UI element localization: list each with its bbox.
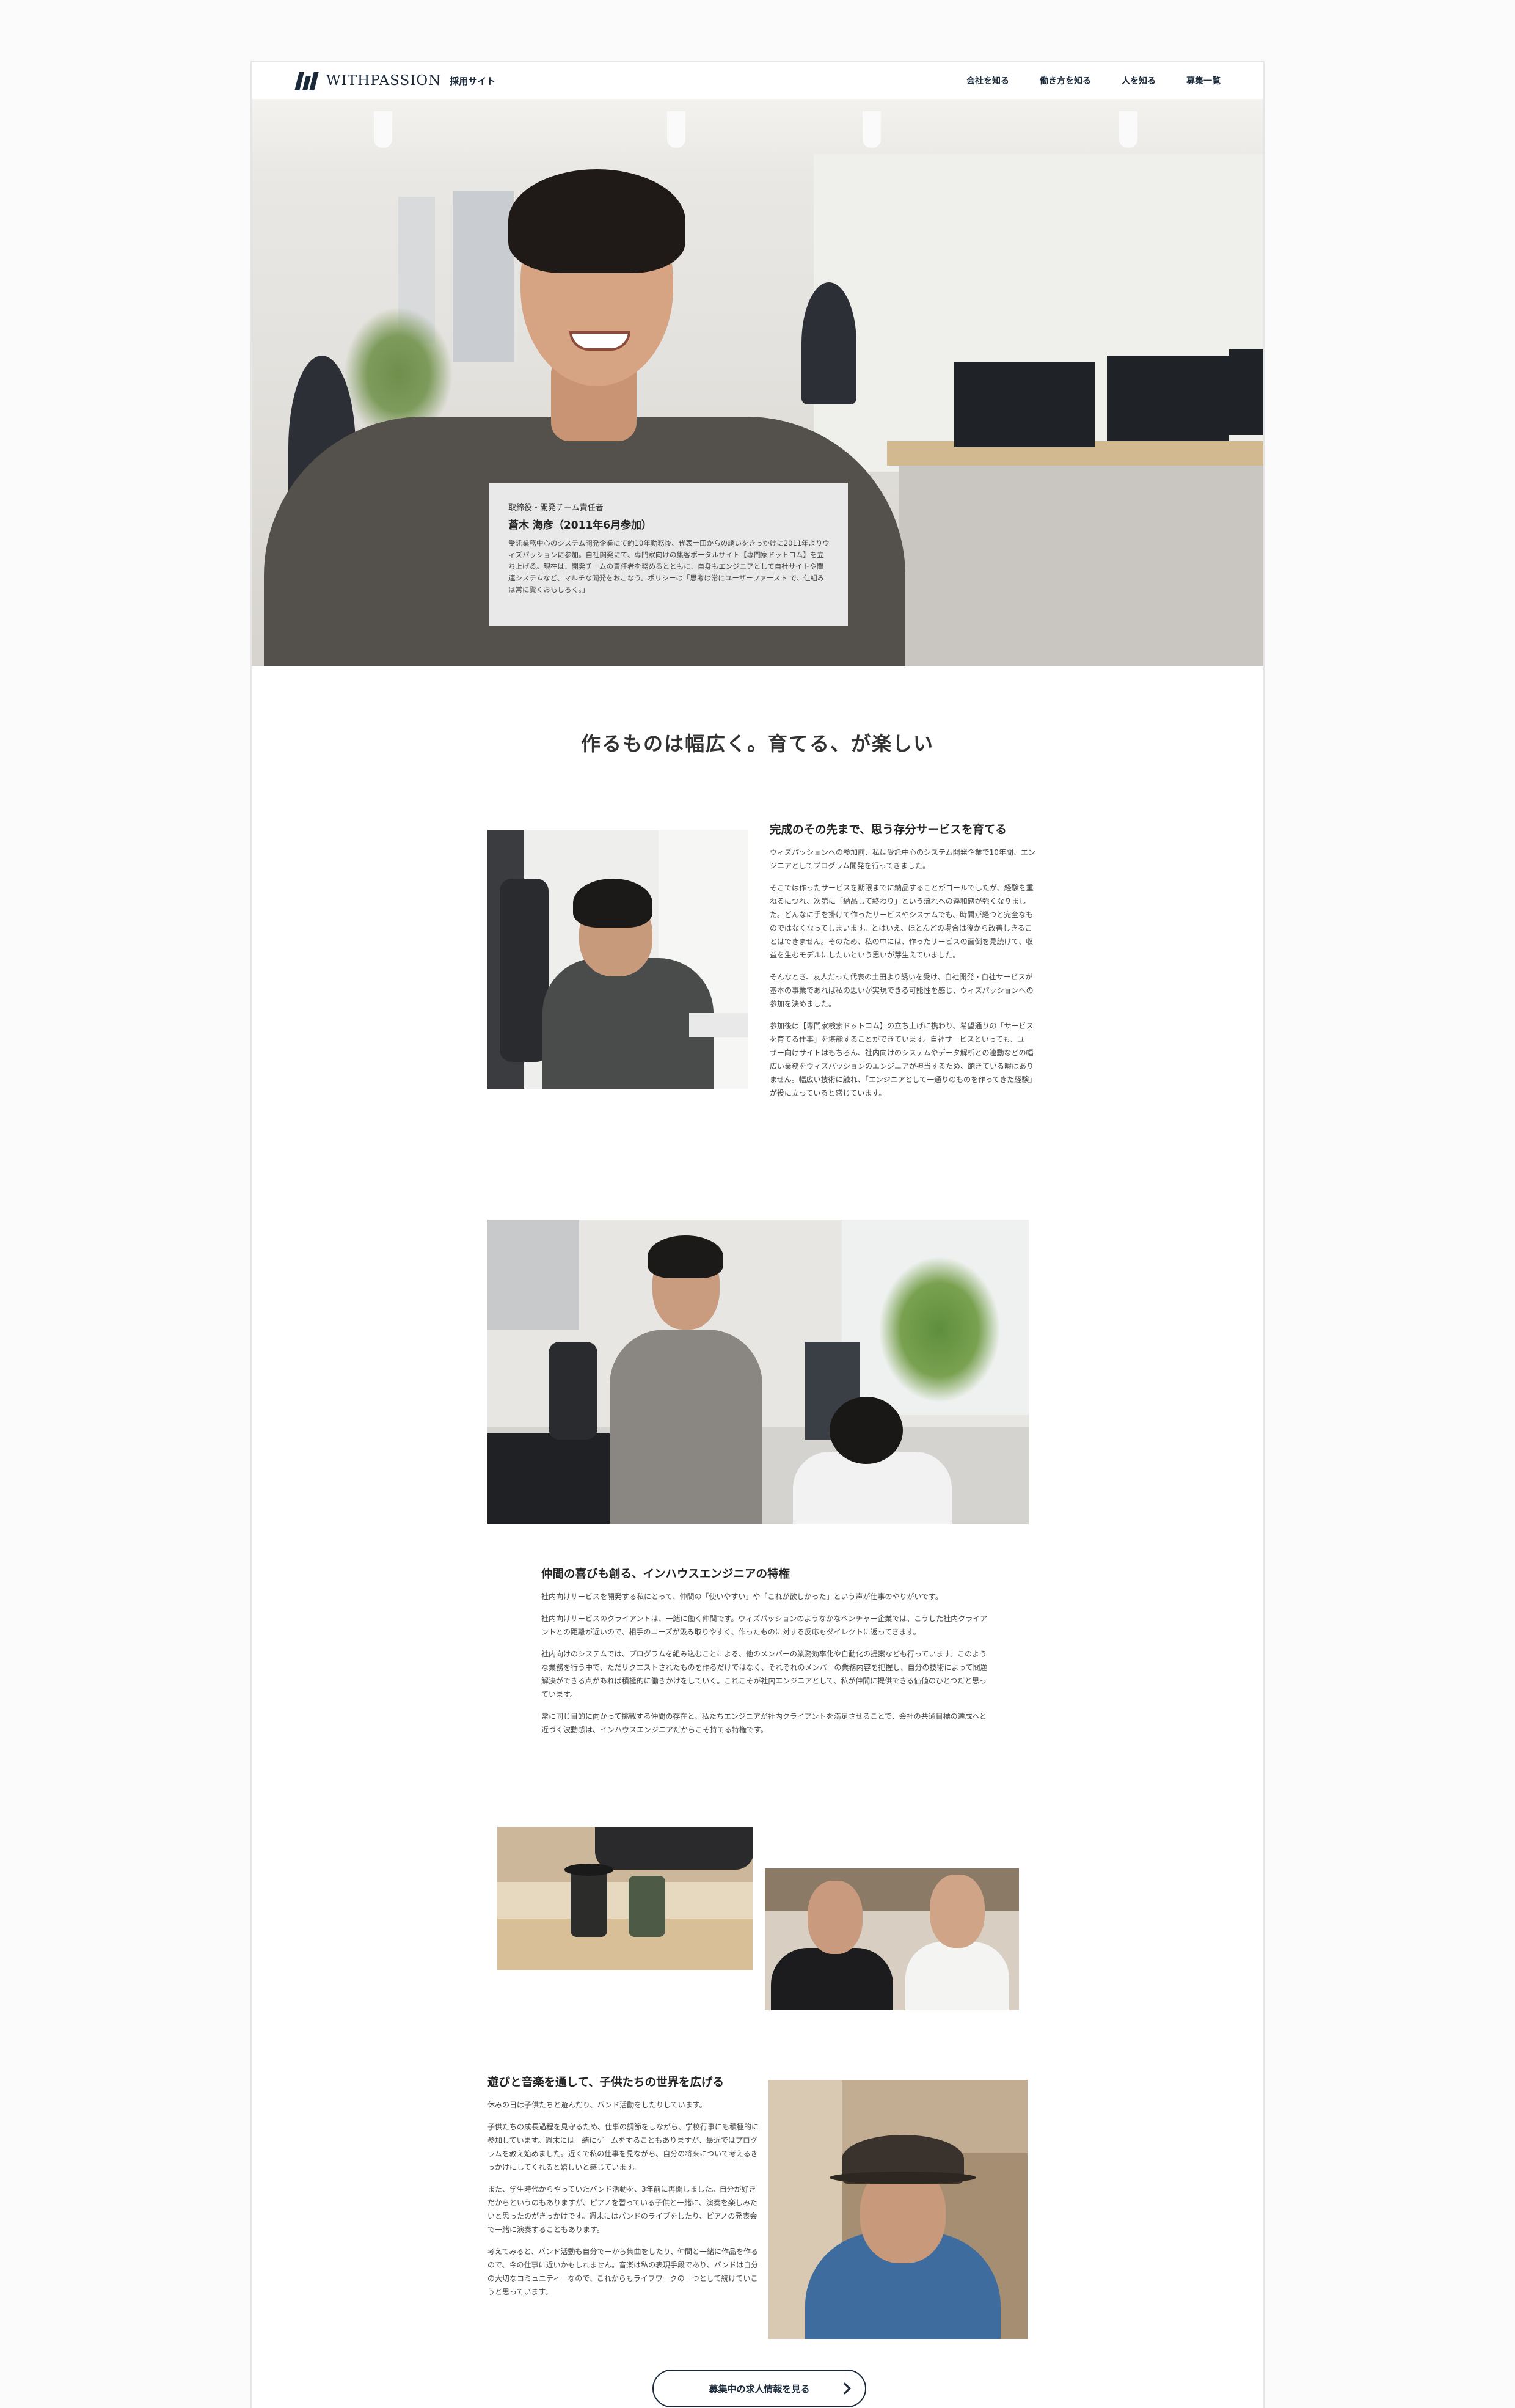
page-frame: WITHPASSION 採用サイト 会社を知る 働き方を知る 人を知る 募集一覧 [250,61,1265,2408]
chevron-right-icon [839,2382,851,2395]
section3-paragraph: 考えてみると、バンド活動も自分で一から集曲をしたり、仲間と一緒に作品を作るので、… [487,2247,759,2296]
logo-text: WITHPASSION [326,73,442,89]
section1-paragraph: 参加後は【専門家検索ドットコム】の立ち上げに携わり、希望通りの「サービスを育てる… [770,1022,1037,1097]
view-jobs-button[interactable]: 募集中の求人情報を見る [652,2370,866,2407]
nav-people[interactable]: 人を知る [1122,75,1156,87]
logo-mark-icon [294,71,319,90]
photo-working-at-desk [487,830,748,1089]
photo-team-discussion [487,1220,1029,1524]
view-jobs-label: 募集中の求人情報を見る [709,2383,810,2395]
nav-company[interactable]: 会社を知る [966,75,1009,87]
profile-bio: 受託業務中心のシステム開発企業にて約10年勤務後、代表土田からの誘いをきっかけに… [508,539,830,594]
section2-title: 仲間の喜びも創る、インハウスエンジニアの特権 [541,1568,790,1581]
nav-workstyle[interactable]: 働き方を知る [1040,75,1091,87]
section3-paragraph: 休みの日は子供たちと遊んだり、バンド活動をしたりしています。 [487,2101,707,2109]
logo-subtitle: 採用サイト [450,75,496,87]
profile-name: 蒼木 海彦（2011年6月参加） [508,519,652,532]
section3-paragraph: また、学生時代からやっていたバンド活動を、3年前に再開しました。自分が好きだから… [487,2185,758,2234]
section-grow-services: 完成のその先まで、思う存分サービスを育てる ウィズパッションへの参加前、私は受託… [770,821,1039,1100]
section2-paragraph: 社内向けのシステムでは、プログラムを組み込むことによる、他のメンバーの業務効率化… [541,1650,988,1699]
section3-paragraph: 子供たちの成長過程を見守るため、仕事の調節をしながら、学校行事にも積極的に参加し… [487,2123,759,2172]
section3-title: 遊びと音楽を通して、子供たちの世界を広げる [487,2076,725,2089]
section2-paragraph: 常に同じ目的に向かって挑戦する仲間の存在と、私たちエンジニアが社内クライアントを… [541,1712,987,1734]
site-logo[interactable]: WITHPASSION 採用サイト [294,71,495,90]
site-header: WITHPASSION 採用サイト 会社を知る 働き方を知る 人を知る 募集一覧 [252,62,1263,99]
photo-coworkers-smiling [765,1868,1019,2010]
main-nav: 会社を知る 働き方を知る 人を知る 募集一覧 [966,75,1221,87]
section1-paragraph: ウィズパッションへの参加前、私は受託中心のシステム開発企業で10年間、エンジニア… [770,848,1035,870]
section1-paragraph: そこでは作ったサービスを期限までに納品することがゴールでしたが、経験を重ねるにつ… [770,884,1034,959]
profile-card: 取締役・開発チーム責任者 蒼木 海彦（2011年6月参加） 受託業務中心のシステ… [489,483,848,626]
photo-figurines [497,1827,753,1970]
section-music-family: 遊びと音楽を通して、子供たちの世界を広げる 休みの日は子供たちと遊んだり、バンド… [487,2074,760,2299]
section2-paragraph: 社内向けサービスのクライアントは、一緒に働く仲間です。ウィズパッションのようなか… [541,1614,988,1636]
photo-portrait-hat [768,2080,1028,2339]
profile-role: 取締役・開発チーム責任者 [508,503,604,513]
section2-paragraph: 社内向けサービスを開発する私にとって、仲間の「使いやすい」や「これが欲しかった」… [541,1592,943,1601]
section-inhouse-engineer: 仲間の喜びも創る、インハウスエンジニアの特権 社内向けサービスを開発する私にとっ… [541,1565,993,1736]
section1-title: 完成のその先まで、思う存分サービスを育てる [770,824,1007,836]
hero-photo: 取締役・開発チーム責任者 蒼木 海彦（2011年6月参加） 受託業務中心のシステ… [252,99,1263,666]
nav-jobs[interactable]: 募集一覧 [1186,75,1221,87]
section1-paragraph: そんなとき、友人だった代表の土田より誘いを受け、自社開発・自社サービスが基本の事… [770,973,1034,1008]
page-headline: 作るものは幅広く。育てる、が楽しい [580,732,934,755]
